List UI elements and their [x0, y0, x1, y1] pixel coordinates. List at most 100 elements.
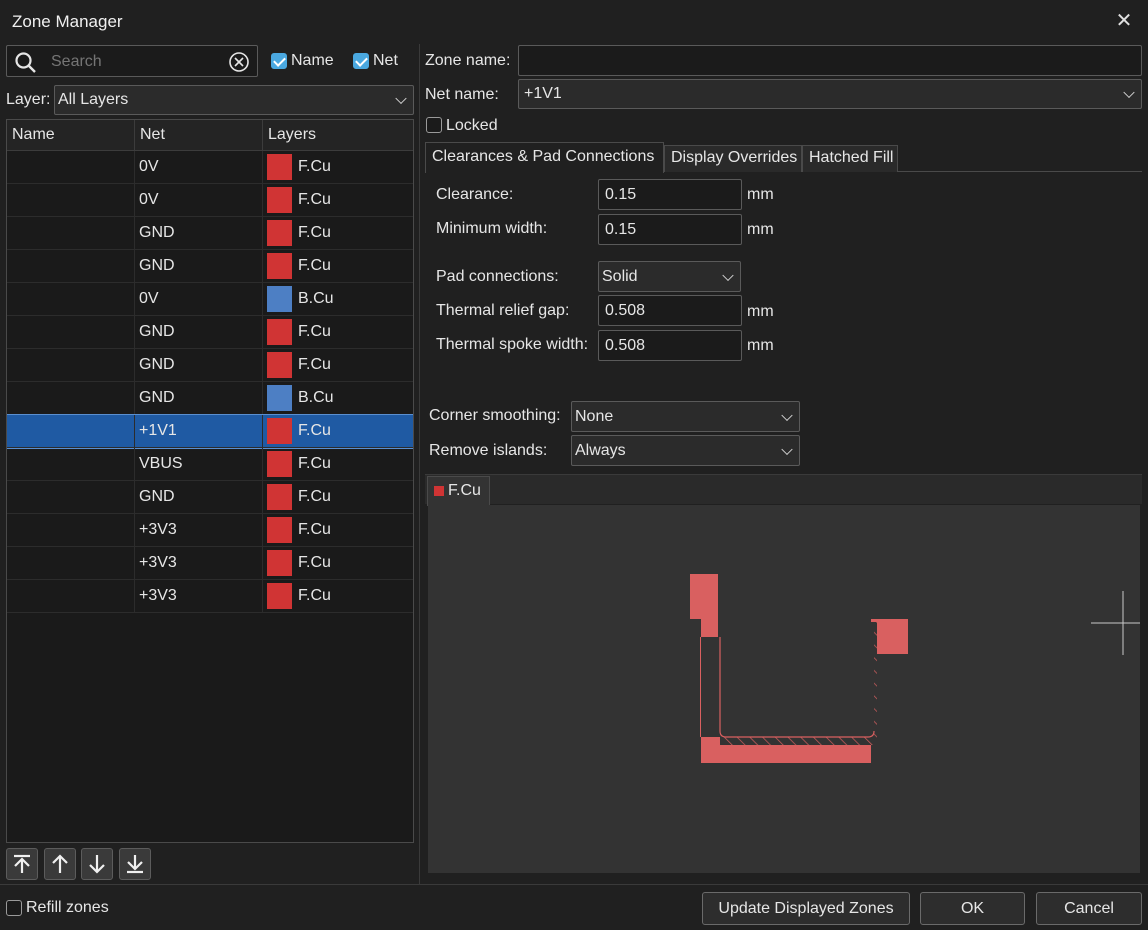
cell-divider	[134, 448, 135, 481]
table-row[interactable]: +3V3 F.Cu	[7, 547, 413, 580]
search-input[interactable]	[51, 51, 221, 73]
row-net: GND	[139, 257, 175, 274]
row-net: GND	[139, 389, 175, 406]
row-net: GND	[139, 488, 175, 505]
table-row[interactable]: GND F.Cu	[7, 481, 413, 514]
footer-divider	[0, 884, 1148, 885]
name-filter-label: Name	[291, 52, 334, 69]
tab-clearances-label: Clearances & Pad Connections	[432, 148, 655, 165]
layer-filter-dropdown[interactable]: All Layers	[54, 85, 414, 115]
thermal-spoke-width-input[interactable]: 0.508	[598, 330, 742, 361]
chevron-down-icon	[1123, 86, 1135, 99]
tab-hatched-fill-label: Hatched Fill	[809, 149, 894, 166]
zones-table: Name Net Layers 0V F.Cu 0V F.Cu GND F.Cu GND F.…	[6, 119, 414, 843]
update-displayed-zones-button[interactable]: Update Displayed Zones	[702, 892, 910, 925]
cell-divider	[262, 415, 263, 448]
corner-smoothing-dropdown[interactable]: None	[571, 401, 800, 432]
move-down-icon	[89, 855, 105, 874]
remove-islands-dropdown[interactable]: Always	[571, 435, 800, 466]
move-to-top-button[interactable]	[6, 848, 38, 880]
column-header-layers[interactable]: Layers	[268, 126, 316, 144]
preview-tab-bar: F.Cu	[425, 474, 1142, 506]
clearance-label: Clearance:	[436, 186, 514, 203]
ok-button[interactable]: OK	[920, 892, 1025, 925]
close-icon[interactable]: ✕	[1113, 10, 1135, 32]
pad-connections-label: Pad connections:	[436, 268, 559, 285]
row-net: +3V3	[139, 587, 177, 604]
thermal-relief-gap-input[interactable]: 0.508	[598, 295, 742, 326]
cell-divider	[262, 283, 263, 316]
table-row[interactable]: 0V B.Cu	[7, 283, 413, 316]
net-name-value: +1V1	[524, 85, 562, 102]
layer-filter-label: Layer:	[6, 91, 51, 108]
column-header-net[interactable]: Net	[140, 126, 165, 144]
zone-preview-drawing	[673, 574, 1140, 763]
layer-color-swatch	[267, 418, 292, 444]
table-row[interactable]: GND F.Cu	[7, 349, 413, 382]
table-row[interactable]: 0V F.Cu	[7, 151, 413, 184]
row-net: GND	[139, 323, 175, 340]
preview-tab-fcu[interactable]: F.Cu	[427, 476, 490, 506]
net-filter-checkbox[interactable]	[353, 53, 369, 69]
row-net: GND	[139, 224, 175, 241]
table-row[interactable]: +1V1 F.Cu	[7, 414, 413, 449]
refill-zones-checkbox[interactable]	[6, 900, 22, 916]
search-icon	[15, 52, 36, 73]
move-up-button[interactable]	[44, 848, 76, 880]
cell-divider	[262, 250, 263, 283]
layer-color-swatch	[267, 154, 292, 180]
cell-divider	[262, 580, 263, 613]
row-layer: F.Cu	[298, 224, 331, 241]
cancel-button[interactable]: Cancel	[1036, 892, 1142, 925]
zone-preview-canvas[interactable]	[428, 505, 1140, 873]
cell-divider	[134, 283, 135, 316]
layer-color-swatch	[267, 253, 292, 279]
layer-color-swatch	[267, 517, 292, 543]
tab-clearances[interactable]: Clearances & Pad Connections	[425, 142, 664, 173]
move-to-bottom-button[interactable]	[119, 848, 151, 880]
zone-name-input[interactable]	[518, 45, 1142, 76]
pad-connections-dropdown[interactable]: Solid	[598, 261, 741, 292]
tab-display-overrides[interactable]: Display Overrides	[664, 145, 802, 172]
min-width-input[interactable]: 0.15	[598, 214, 742, 245]
thermal-spoke-width-unit: mm	[747, 337, 774, 354]
column-header-name[interactable]: Name	[12, 126, 55, 144]
clear-search-icon[interactable]	[228, 51, 250, 73]
thermal-spoke-width-label: Thermal spoke width:	[436, 336, 589, 353]
table-row[interactable]: GND F.Cu	[7, 217, 413, 250]
chevron-down-icon	[722, 269, 734, 281]
cell-divider	[134, 151, 135, 184]
zone-inner-cutout	[720, 622, 874, 737]
table-row[interactable]: +3V3 F.Cu	[7, 514, 413, 547]
layer-color-swatch	[267, 286, 292, 312]
move-down-button[interactable]	[81, 848, 113, 880]
row-layer: F.Cu	[298, 257, 331, 274]
name-filter-checkbox[interactable]	[271, 53, 287, 69]
table-row[interactable]: GND F.Cu	[7, 250, 413, 283]
layer-color-swatch	[267, 484, 292, 510]
panel-divider	[419, 44, 420, 884]
row-layer: B.Cu	[298, 389, 334, 406]
table-row[interactable]: VBUS F.Cu	[7, 448, 413, 481]
min-width-label: Minimum width:	[436, 220, 548, 237]
cell-divider	[262, 151, 263, 184]
net-name-label: Net name:	[425, 86, 499, 103]
row-layer: F.Cu	[298, 488, 331, 505]
net-name-dropdown[interactable]: +1V1	[518, 79, 1142, 109]
corner-smoothing-label: Corner smoothing:	[429, 407, 561, 424]
locked-checkbox[interactable]	[426, 117, 442, 133]
clearance-input[interactable]: 0.15	[598, 179, 742, 210]
table-header: Name Net Layers	[7, 120, 413, 151]
row-net: VBUS	[139, 455, 183, 472]
table-row[interactable]: +3V3 F.Cu	[7, 580, 413, 613]
cell-divider	[134, 316, 135, 349]
refill-zones-label: Refill zones	[26, 899, 109, 916]
layer-color-swatch	[267, 220, 292, 246]
table-row[interactable]: GND B.Cu	[7, 382, 413, 415]
table-row[interactable]: 0V F.Cu	[7, 184, 413, 217]
tab-hatched-fill[interactable]: Hatched Fill	[802, 145, 898, 172]
table-row[interactable]: GND F.Cu	[7, 316, 413, 349]
row-layer: F.Cu	[298, 191, 331, 208]
thermal-relief-gap-unit: mm	[747, 303, 774, 320]
search-box[interactable]	[6, 45, 258, 77]
